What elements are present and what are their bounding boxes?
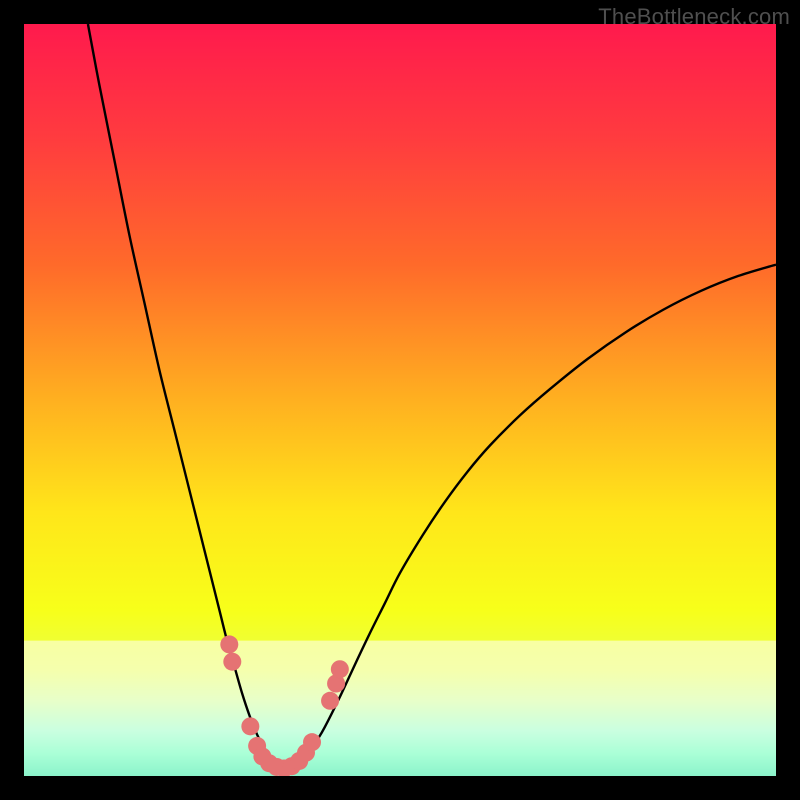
marker-dot xyxy=(223,653,241,671)
marker-dot xyxy=(321,692,339,710)
chart-frame xyxy=(24,24,776,776)
watermark-text: TheBottleneck.com xyxy=(598,4,790,30)
marker-dot xyxy=(303,733,321,751)
marker-dot xyxy=(241,717,259,735)
bottleneck-chart xyxy=(24,24,776,776)
highlight-band xyxy=(24,641,776,776)
marker-dot xyxy=(331,660,349,678)
marker-dot xyxy=(220,635,238,653)
